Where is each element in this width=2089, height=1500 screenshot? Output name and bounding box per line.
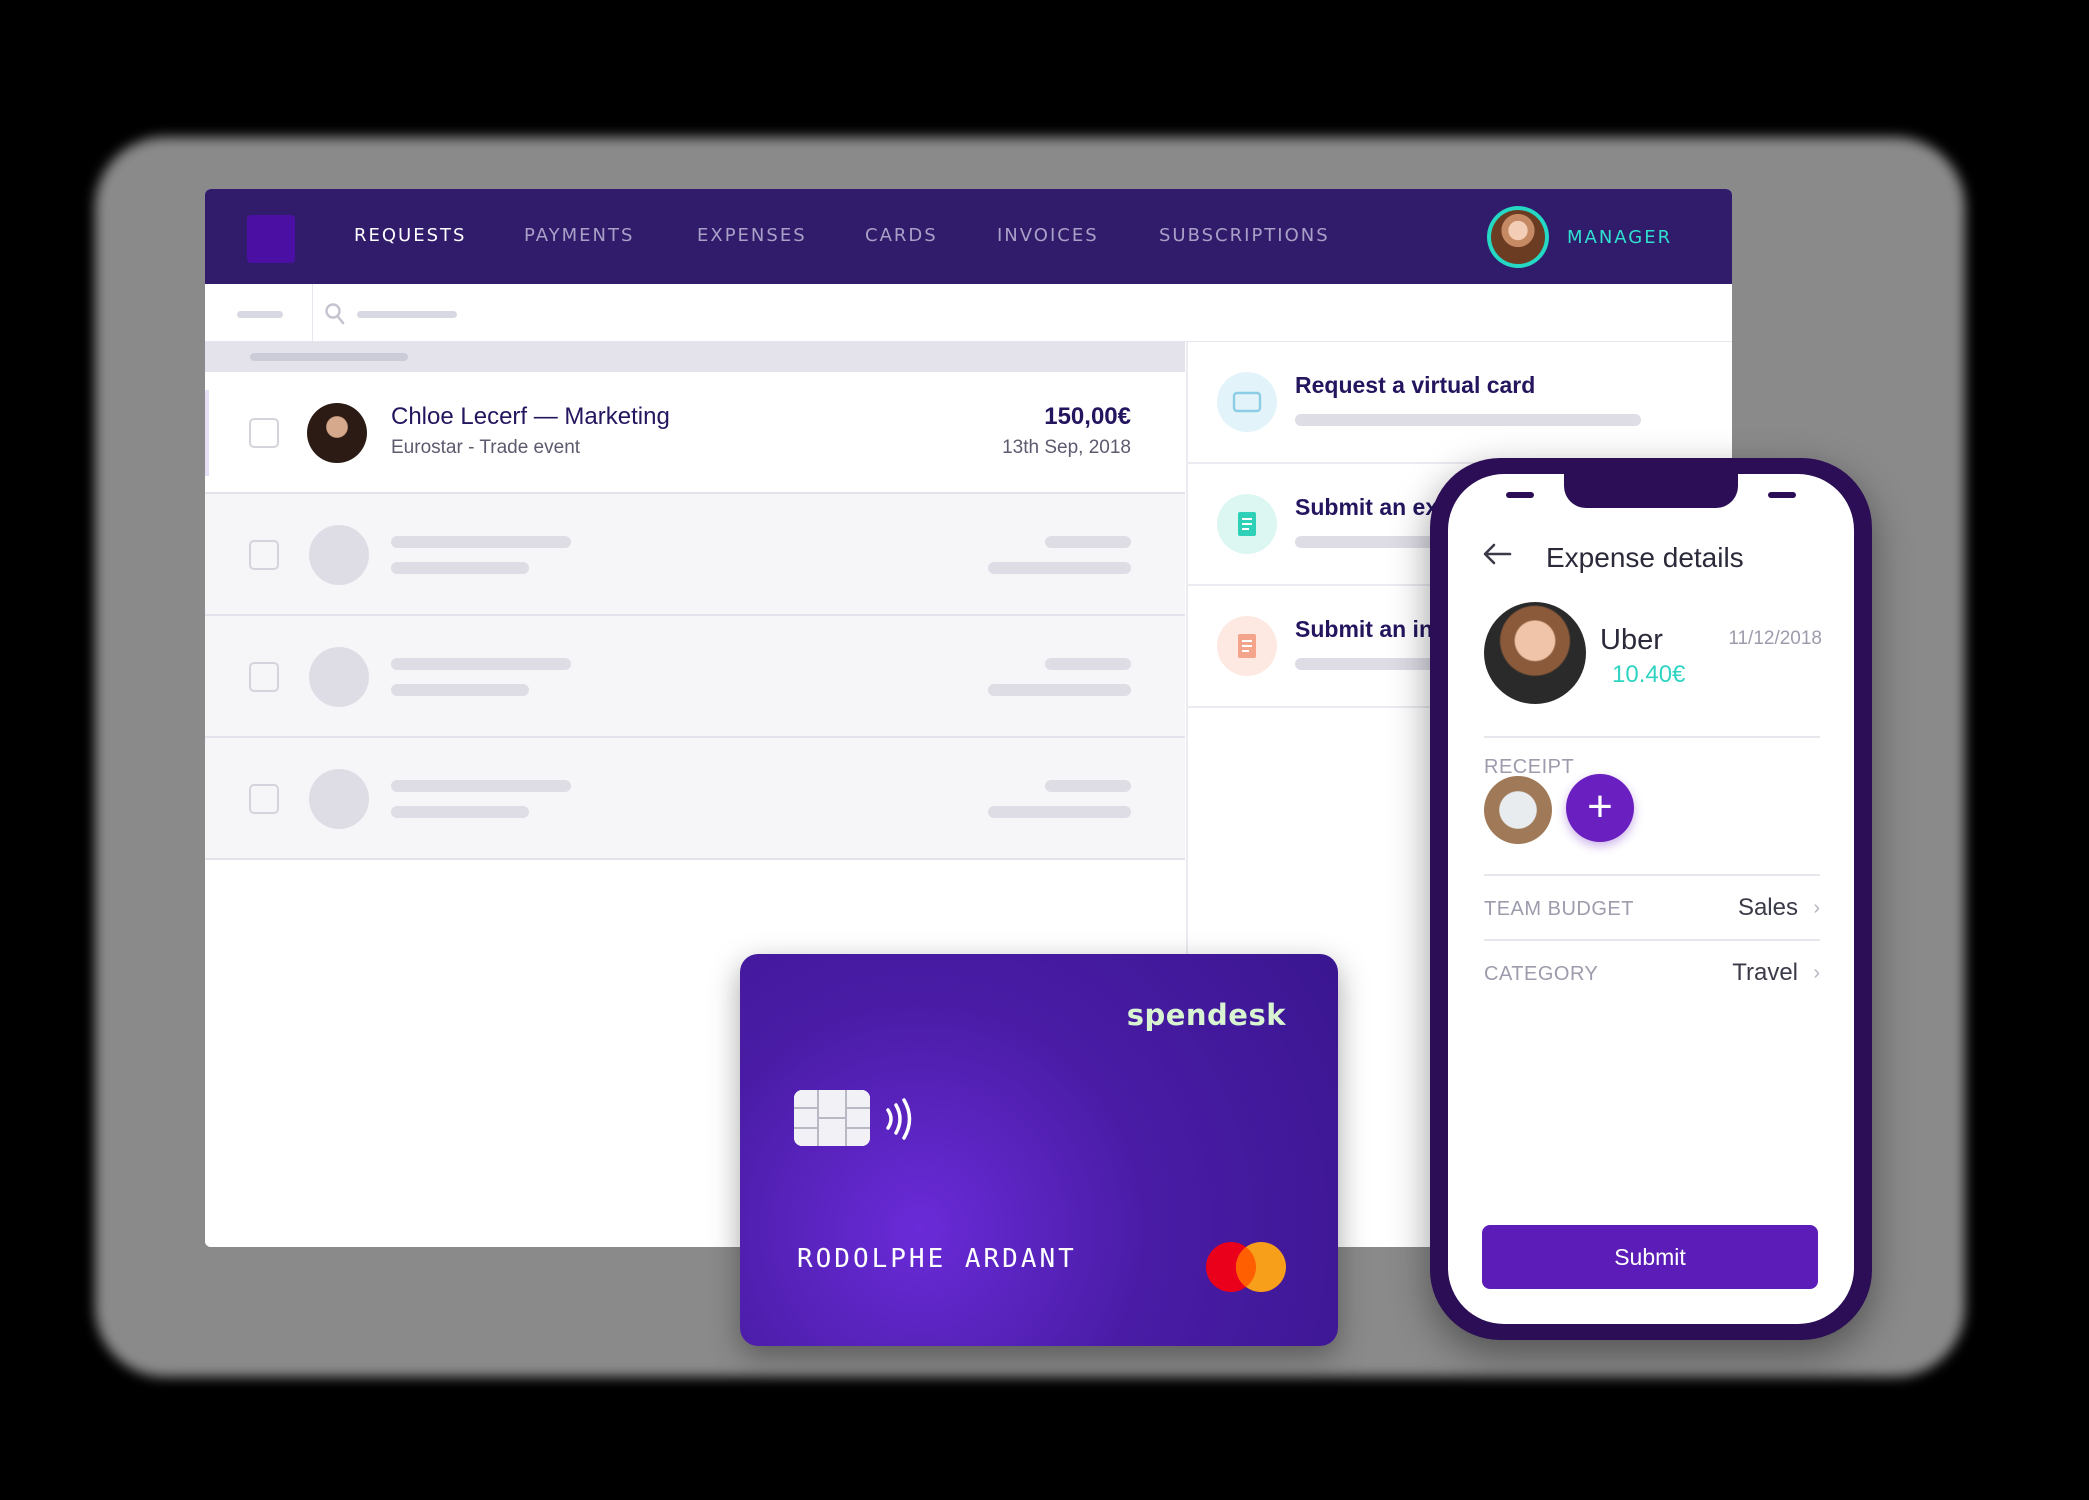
- mobile-phone: Expense details Uber 10.40€ 11/12/2018 R…: [1430, 458, 1872, 1340]
- phone-notch: [1564, 474, 1738, 508]
- list-header-placeholder: [250, 353, 408, 361]
- action-title: Request a virtual card: [1295, 372, 1536, 398]
- phone-screen: Expense details Uber 10.40€ 11/12/2018 R…: [1448, 474, 1854, 1324]
- chip-icon: [794, 1090, 870, 1146]
- requester-avatar: [307, 403, 367, 463]
- document-icon: [1217, 494, 1277, 554]
- field-label: TEAM BUDGET: [1484, 898, 1634, 920]
- text-placeholder: [391, 562, 529, 574]
- chevron-right-icon: ›: [1813, 962, 1820, 984]
- row-selection-accent: [205, 390, 209, 476]
- row-checkbox[interactable]: [249, 540, 279, 570]
- request-row[interactable]: Chloe Lecerf — Marketing Eurostar - Trad…: [205, 372, 1185, 494]
- text-placeholder: [391, 536, 571, 548]
- field-value: Travel: [1732, 959, 1798, 986]
- contactless-icon: [886, 1098, 912, 1140]
- text-placeholder: [988, 806, 1131, 818]
- toolbar-divider: [312, 284, 313, 342]
- receipt-thumbnail[interactable]: [1484, 776, 1552, 844]
- menu-placeholder[interactable]: [237, 311, 283, 318]
- merchant-name: Uber: [1600, 624, 1663, 656]
- user-role-label[interactable]: MANAGER: [1567, 227, 1672, 248]
- nav-tab-requests[interactable]: REQUESTS: [354, 225, 466, 246]
- app-logo[interactable]: [247, 215, 295, 263]
- text-placeholder: [1045, 658, 1131, 670]
- divider: [1484, 736, 1820, 738]
- search-input[interactable]: [357, 311, 457, 318]
- text-placeholder: [988, 684, 1131, 696]
- text-placeholder: [988, 562, 1131, 574]
- mastercard-logo: [1206, 1242, 1286, 1292]
- add-receipt-button[interactable]: +: [1566, 774, 1634, 842]
- receipt-label: RECEIPT: [1484, 756, 1575, 778]
- expense-date: 11/12/2018: [1728, 628, 1822, 649]
- payment-card: spendesk RODOLPHE ARDANT: [740, 954, 1338, 1346]
- expense-amount: 10.40€: [1612, 661, 1686, 688]
- request-description: Eurostar - Trade event: [391, 437, 581, 458]
- top-navigation-bar: REQUESTS PAYMENTS EXPENSES CARDS INVOICE…: [205, 189, 1732, 284]
- avatar-placeholder: [309, 769, 369, 829]
- text-placeholder: [391, 806, 529, 818]
- text-placeholder: [1045, 780, 1131, 792]
- nav-tab-expenses[interactable]: EXPENSES: [697, 225, 807, 246]
- invoice-icon: [1217, 616, 1277, 676]
- text-placeholder: [391, 684, 529, 696]
- submit-button[interactable]: Submit: [1482, 1225, 1818, 1289]
- nav-tab-payments[interactable]: PAYMENTS: [524, 225, 634, 246]
- row-checkbox[interactable]: [249, 784, 279, 814]
- expense-user-avatar: [1484, 602, 1586, 704]
- nav-tab-invoices[interactable]: INVOICES: [997, 225, 1099, 246]
- avatar-placeholder: [309, 647, 369, 707]
- search-icon: [325, 303, 345, 325]
- request-date: 13th Sep, 2018: [1002, 437, 1131, 458]
- user-photo: [1491, 210, 1545, 264]
- request-amount: 150,00€: [1044, 403, 1131, 430]
- toolbar: [205, 284, 1732, 342]
- field-value: Sales: [1737, 894, 1798, 921]
- placeholder-row[interactable]: [205, 738, 1185, 860]
- back-arrow-icon[interactable]: [1482, 542, 1512, 566]
- text-placeholder: [1045, 536, 1131, 548]
- nav-tab-subscriptions[interactable]: SUBSCRIPTIONS: [1159, 225, 1330, 246]
- cardholder-name: RODOLPHE ARDANT: [797, 1244, 1077, 1274]
- user-avatar[interactable]: [1487, 206, 1549, 268]
- list-header: [205, 342, 1185, 372]
- text-placeholder: [1295, 414, 1641, 426]
- divider: [1484, 874, 1820, 876]
- card-brand-logo: spendesk: [1126, 998, 1286, 1032]
- divider: [1484, 939, 1820, 941]
- chevron-right-icon: ›: [1813, 897, 1820, 919]
- screen-title: Expense details: [1546, 542, 1744, 573]
- requester-name: Chloe Lecerf — Marketing: [391, 403, 670, 430]
- action-title: Submit an ex: [1295, 494, 1439, 520]
- card-icon: [1217, 372, 1277, 432]
- action-request-virtual-card[interactable]: Request a virtual card: [1188, 342, 1732, 464]
- status-indicator: [1506, 492, 1534, 498]
- row-checkbox[interactable]: [249, 662, 279, 692]
- status-indicator: [1768, 492, 1796, 498]
- action-title: Submit an in: [1295, 616, 1433, 642]
- row-checkbox[interactable]: [249, 418, 279, 448]
- text-placeholder: [391, 658, 571, 670]
- placeholder-row[interactable]: [205, 494, 1185, 616]
- placeholder-row[interactable]: [205, 616, 1185, 738]
- field-label: CATEGORY: [1484, 963, 1599, 985]
- avatar-placeholder: [309, 525, 369, 585]
- text-placeholder: [391, 780, 571, 792]
- nav-tab-cards[interactable]: CARDS: [865, 225, 938, 246]
